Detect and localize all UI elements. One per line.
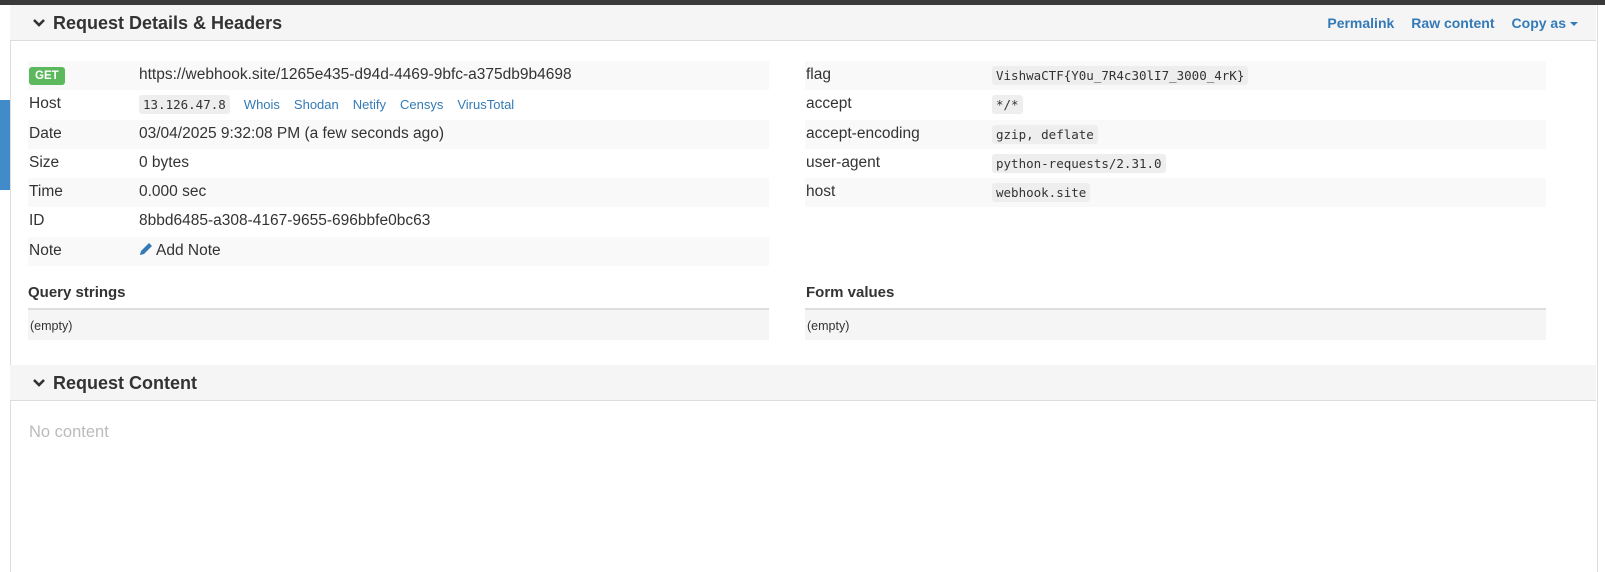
request-details-title: Request Details & Headers [53,13,283,33]
host-ip: 13.126.47.8 [139,95,230,115]
table-row-date: Date 03/04/2025 9:32:08 PM (a few second… [28,119,769,149]
header-name: accept-encoding [806,124,920,142]
form-values-title: Form values [806,284,895,301]
host-label: Host [29,95,61,113]
query-strings-box: (empty) [28,310,769,340]
header-actions: Permalink Raw content Copy as [1327,15,1578,31]
request-content-title: Request Content [53,373,197,393]
date-value: 03/04/2025 9:32:08 PM (a few seconds ago… [139,124,445,142]
header-name: user-agent [806,153,881,171]
header-value: */* [992,95,1023,115]
header-name: flag [806,66,831,83]
header-value: webhook.site [992,183,1091,203]
caret-down-icon [1570,22,1578,27]
header-value: gzip, deflate [992,124,1098,144]
permalink-link[interactable]: Permalink [1327,15,1394,31]
header-row: host webhook.site [805,178,1546,208]
header-row: flag VishwaCTF{Y0u_7R4c30lI7_3000_4rK} [805,61,1546,91]
censys-link[interactable]: Censys [400,97,443,112]
pencil-icon [140,242,152,255]
copy-as-label: Copy as [1511,15,1566,31]
size-value: 0 bytes [139,153,189,171]
add-note-label: Add Note [156,241,221,259]
header-value: VishwaCTF{Y0u_7R4c30lI7_3000_4rK} [992,66,1249,85]
time-value: 0.000 sec [139,183,207,201]
id-label: ID [29,212,45,230]
table-row-host: Host 13.126.47.8 Whois Shodan Netify Censys V… [28,90,769,119]
header-value: python-requests/2.31.0 [992,153,1166,173]
query-strings-value: (empty) [30,319,73,333]
virustotal-link[interactable]: VirusTotal [457,97,514,112]
copy-as-dropdown[interactable]: Copy as [1512,15,1578,31]
whois-link[interactable]: Whois [244,97,280,112]
query-strings-title: Query strings [28,284,126,301]
date-label: Date [29,124,62,142]
header-name: host [806,183,836,201]
header-name: accept [806,95,852,113]
request-details-header[interactable]: Request Details & Headers Permalink Raw … [10,5,1596,41]
chevron-down-icon[interactable] [32,16,46,30]
shodan-link[interactable]: Shodan [294,97,339,112]
table-row-note: Note Add Note [28,236,769,267]
time-label: Time [29,183,63,201]
chevron-down-icon[interactable] [32,376,46,390]
header-row: accept-encoding gzip, deflate [805,119,1546,149]
header-row: accept */* [805,90,1546,119]
form-values-value: (empty) [807,319,850,333]
form-values-box: (empty) [805,310,1546,340]
host-value: 13.126.47.8 Whois Shodan Netify Censys VirusT… [139,95,514,115]
netify-link[interactable]: Netify [353,97,386,112]
request-url-link[interactable]: https://webhook.site/1265e435-d94d-4469-… [139,66,572,84]
table-row-id: ID 8bbd6485-a308-4167-9655-696bbfe0bc63 [28,207,769,236]
raw-content-link[interactable]: Raw content [1411,15,1494,31]
request-content-header[interactable]: Request Content [10,365,1596,401]
header-row: user-agent python-requests/2.31.0 [805,149,1546,178]
table-row-url: GET https://webhook.site/1265e435-d94d-4… [28,61,769,91]
request-content-body: No content [29,423,109,441]
table-row-time: Time 0.000 sec [28,178,769,208]
id-value: 8bbd6485-a308-4167-9655-696bbfe0bc63 [139,212,431,230]
table-row-size: Size 0 bytes [28,149,769,178]
add-note-link[interactable]: Add Note [139,242,221,260]
note-label: Note [29,241,62,259]
request-details-table: GET https://webhook.site/1265e435-d94d-4… [28,61,769,267]
size-label: Size [29,153,60,171]
headers-table: flag VishwaCTF{Y0u_7R4c30lI7_3000_4rK} a… [805,61,1546,208]
method-badge: GET [29,67,65,85]
sidebar-accent [0,100,10,190]
